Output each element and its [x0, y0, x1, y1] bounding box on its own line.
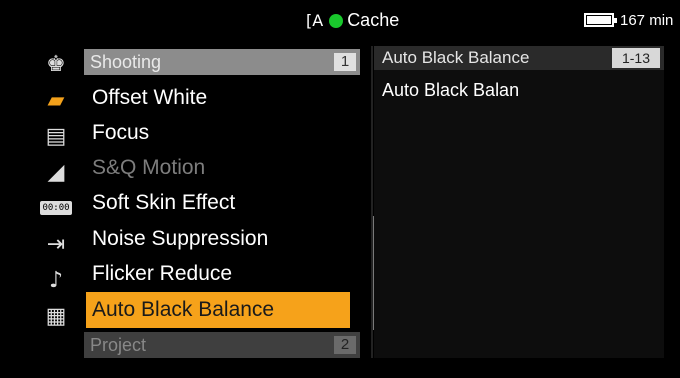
section-number: 2 — [334, 336, 356, 354]
cache-label: Cache — [347, 10, 400, 30]
paint-icon[interactable]: ◢ — [33, 154, 79, 190]
menu-item-focus[interactable]: Focus — [92, 121, 149, 145]
section-number: 1 — [334, 53, 356, 71]
detail-panel: Auto Black Balance 1-13 Auto Black Balan — [374, 46, 664, 358]
menu-item-flicker-reduce[interactable]: Flicker Reduce — [92, 262, 232, 286]
menu-list: Shooting 1 Offset White Focus S&Q Motion… — [84, 46, 374, 358]
timecode-icon[interactable]: 00:00 — [33, 190, 79, 226]
detail-title: Auto Black Balance — [382, 48, 530, 67]
section-header-shooting[interactable]: Shooting 1 — [84, 49, 360, 75]
detail-option-auto-black-balance[interactable]: Auto Black Balan — [382, 80, 519, 101]
menu-item-offset-white[interactable]: Offset White — [92, 86, 207, 110]
grid-icon[interactable]: ▦ — [33, 298, 79, 334]
section-label: Project — [90, 335, 147, 355]
battery-icon — [584, 13, 617, 27]
time-remaining: 167 min — [620, 12, 674, 29]
media-status: [A Cache — [306, 10, 399, 31]
menu-category-sidebar: ♚ ▰ ▤ ◢ 00:00 ⇥ ♪ ▦ — [33, 46, 79, 334]
media-slot-icon: [A — [306, 11, 324, 30]
menu-item-soft-skin-effect[interactable]: Soft Skin Effect — [92, 191, 235, 215]
panel-divider — [371, 46, 373, 358]
menu-item-sq-motion: S&Q Motion — [92, 156, 206, 179]
section-header-project[interactable]: Project 2 — [84, 332, 360, 358]
clapperboard-icon[interactable]: ▤ — [33, 118, 79, 154]
menu-code-badge: 1-13 — [612, 48, 660, 68]
menu-item-noise-suppression[interactable]: Noise Suppression — [92, 227, 268, 251]
record-indicator-icon — [329, 13, 344, 28]
camera-shooting-icon[interactable]: ▰ — [33, 82, 79, 118]
audio-note-icon[interactable]: ♪ — [33, 262, 79, 298]
status-bar: [A Cache 167 min — [14, 0, 674, 38]
output-icon[interactable]: ⇥ — [33, 226, 79, 262]
user-menu-icon[interactable]: ♚ — [33, 46, 79, 82]
menu-item-auto-black-balance[interactable]: Auto Black Balance — [86, 292, 350, 328]
section-label: Shooting — [90, 52, 162, 72]
camera-menu-screen: [A Cache 167 min ♚ ▰ ▤ ◢ 00:00 ⇥ ♪ ▦ Sho… — [14, 0, 674, 372]
detail-header: Auto Black Balance 1-13 — [374, 46, 664, 70]
